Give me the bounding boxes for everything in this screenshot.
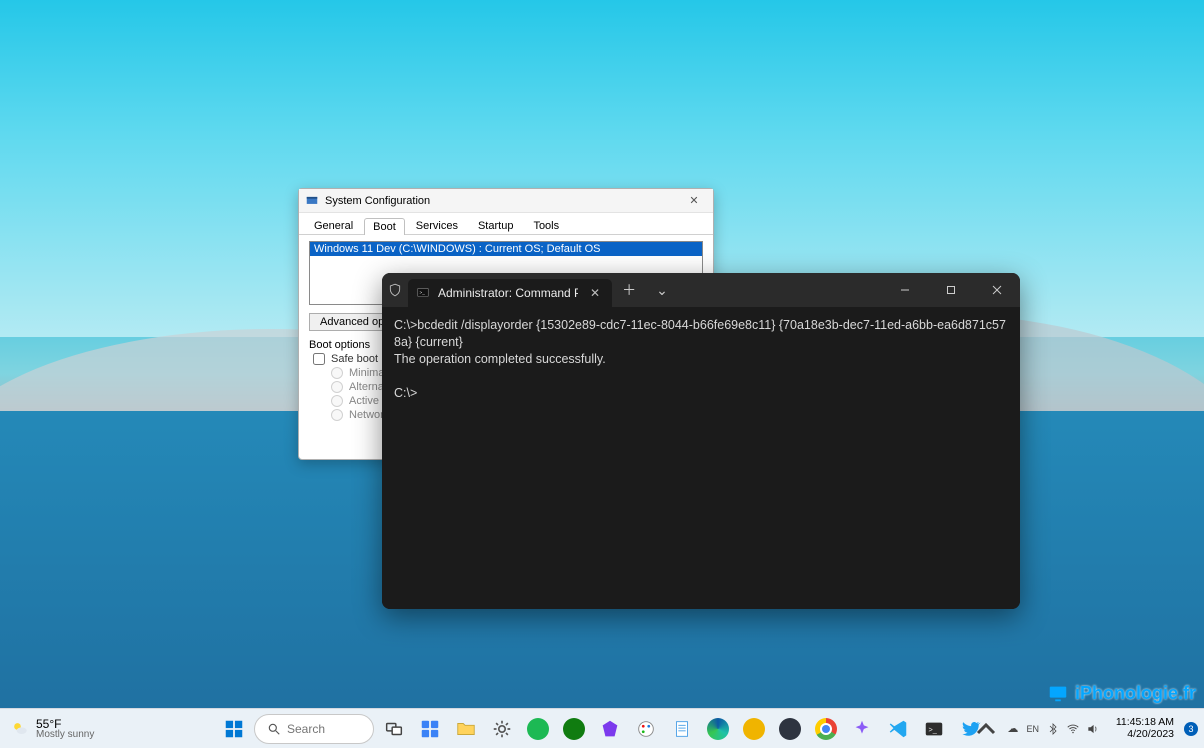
terminal-new-tab[interactable]: ＋ [612,280,646,300]
spotify-icon [527,718,549,740]
spotify-button[interactable] [522,713,554,745]
gear-icon [491,718,513,740]
tab-boot[interactable]: Boot [364,218,405,235]
edge-canary-button[interactable] [738,713,770,745]
notepad-button[interactable] [666,713,698,745]
terminal-titlebar[interactable]: >_ Administrator: Command Pro ✕ ＋ ⌄ [382,273,1020,307]
safe-boot-check-input[interactable] [313,353,325,365]
system-tray: ☁ EN [1000,722,1106,736]
chevron-up-icon [976,718,996,740]
terminal-minimize-button[interactable] [882,273,928,307]
msconfig-app-icon [305,194,319,208]
start-button[interactable] [218,713,250,745]
file-explorer-button[interactable] [450,713,482,745]
taskbar-search[interactable] [254,714,374,744]
terminal-line-2: The operation completed successfully. [394,352,606,366]
clock-date: 4/20/2023 [1116,729,1174,741]
tray-chevron[interactable] [976,713,996,745]
terminal-icon: >_ [923,718,945,740]
edge-dev-button[interactable] [774,713,806,745]
sparkle-icon [851,718,873,740]
cmd-icon: >_ [416,286,430,300]
tray-volume-icon[interactable] [1086,722,1100,736]
edge-dev-icon [779,718,801,740]
minimize-icon [900,285,910,295]
safe-boot-minimal-radio[interactable] [331,367,343,379]
search-icon [267,722,281,736]
terminal-tab-close[interactable]: ✕ [586,286,604,300]
folder-icon [455,718,477,740]
msconfig-window-title: System Configuration [325,195,675,207]
purple-app-button[interactable] [594,713,626,745]
terminal-tab-title: Administrator: Command Pro [438,286,578,300]
tab-startup[interactable]: Startup [469,217,522,234]
terminal-tab-dropdown[interactable]: ⌄ [646,282,678,299]
obsidian-icon [599,718,621,740]
tray-wifi-icon[interactable] [1066,722,1080,736]
tray-bluetooth-icon[interactable] [1046,722,1060,736]
notification-badge[interactable]: 3 [1184,722,1198,736]
terminal-prompt: C:\> [394,386,417,400]
widgets-icon [419,718,441,740]
paint-button[interactable] [630,713,662,745]
task-view-button[interactable] [378,713,410,745]
vscode-icon [887,718,909,740]
uac-shield-icon [388,283,402,297]
tab-general[interactable]: General [305,217,362,234]
widgets-button[interactable] [414,713,446,745]
terminal-taskbar-button[interactable]: >_ [918,713,950,745]
taskbar-search-input[interactable] [287,722,357,736]
safe-boot-alternate-radio[interactable] [331,381,343,393]
taskbar-right: ☁ EN 11:45:18 AM 4/20/2023 3 [976,713,1198,745]
terminal-line-1: C:\>bcdedit /displayorder {15302e89-cdc7… [394,318,1006,349]
terminal-output[interactable]: C:\>bcdedit /displayorder {15302e89-cdc7… [382,307,1020,609]
close-icon [992,285,1002,295]
msconfig-close-button[interactable]: ✕ [681,194,707,207]
copilot-button[interactable] [846,713,878,745]
settings-button[interactable] [486,713,518,745]
xbox-icon [563,718,585,740]
site-logo-icon [1047,682,1069,704]
safe-boot-label: Safe boot [331,353,378,365]
site-watermark: iPhonologie.fr [1047,682,1196,704]
tab-services[interactable]: Services [407,217,467,234]
taskbar: 55°F Mostly sunny [0,708,1204,748]
terminal-window: >_ Administrator: Command Pro ✕ ＋ ⌄ C:\>… [382,273,1020,609]
terminal-tab[interactable]: >_ Administrator: Command Pro ✕ [408,279,612,307]
palette-icon [635,718,657,740]
xbox-button[interactable] [558,713,590,745]
taskbar-weather[interactable]: 55°F Mostly sunny [0,718,104,740]
tray-onedrive-icon[interactable]: ☁ [1006,722,1020,736]
windows-logo-icon [223,718,245,740]
terminal-maximize-button[interactable] [928,273,974,307]
task-view-icon [383,718,405,740]
chrome-button[interactable] [810,713,842,745]
clock-time: 11:45:18 AM [1116,717,1174,729]
safe-boot-active-radio[interactable] [331,395,343,407]
safe-boot-network-label: Networ [349,409,384,421]
tab-tools[interactable]: Tools [524,217,568,234]
weather-temp: 55°F [36,718,94,730]
edge-icon [707,718,729,740]
weather-icon [10,719,30,739]
terminal-close-button[interactable] [974,273,1020,307]
svg-text:>_: >_ [420,290,426,295]
taskbar-center: >_ [218,713,986,745]
notepad-icon [671,718,693,740]
vscode-button[interactable] [882,713,914,745]
taskbar-clock[interactable]: 11:45:18 AM 4/20/2023 [1110,717,1180,740]
msconfig-titlebar[interactable]: System Configuration ✕ [299,189,713,213]
svg-text:>_: >_ [929,724,938,733]
msconfig-tabstrip: General Boot Services Startup Tools [299,213,713,235]
edge-canary-icon [743,718,765,740]
safe-boot-network-radio[interactable] [331,409,343,421]
edge-button[interactable] [702,713,734,745]
tray-language-icon[interactable]: EN [1026,722,1040,736]
maximize-icon [946,285,956,295]
weather-cond: Mostly sunny [36,730,94,740]
chrome-icon [815,718,837,740]
site-watermark-text: iPhonologie.fr [1075,683,1196,704]
boot-entry-selected[interactable]: Windows 11 Dev (C:\WINDOWS) : Current OS… [310,242,702,256]
